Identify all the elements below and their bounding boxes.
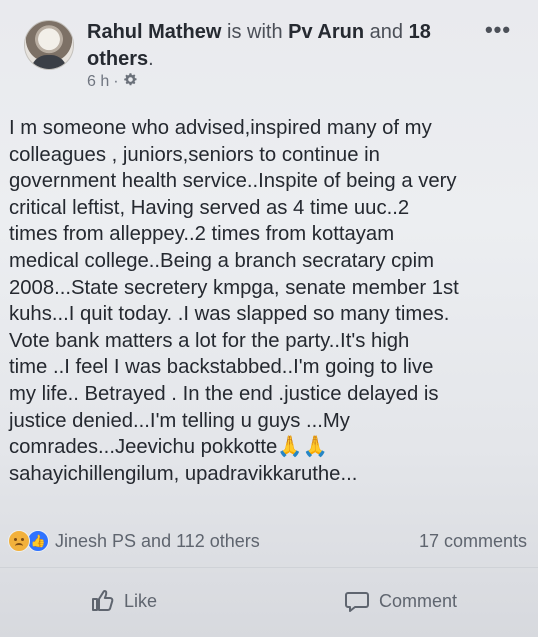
post-header: Rahul Mathew is with Pv Arun and 18 othe…: [0, 0, 538, 105]
author-avatar[interactable]: [24, 20, 74, 70]
author-line-period: .: [148, 48, 154, 70]
comment-button[interactable]: Comment: [343, 582, 457, 620]
post-actions: Like Comment: [0, 582, 538, 622]
reaction-summary-bar: 👍 Jinesh PS and 112 others 17 comments: [8, 526, 530, 556]
comment-bubble-icon: [343, 587, 371, 615]
comment-label: Comment: [379, 590, 458, 611]
post-body-text: I m someone who advised,inspired many of…: [9, 117, 459, 485]
thumbs-up-icon: [88, 587, 116, 615]
avatar-shirt: [31, 55, 67, 69]
post-time[interactable]: 6 h: [87, 73, 109, 91]
more-options-icon: •••: [484, 17, 512, 42]
reactors-text[interactable]: Jinesh PS and 112 others: [55, 531, 260, 552]
meta-separator: ·: [113, 72, 119, 90]
with-text: is with: [227, 21, 283, 43]
reaction-icons: 👍: [8, 530, 49, 552]
comments-count[interactable]: 17 comments: [419, 531, 527, 552]
tagged-person-name[interactable]: Pv Arun: [288, 21, 364, 43]
sad-reaction-icon: [8, 530, 30, 552]
post-meta: 6 h ·: [87, 72, 138, 91]
and-text: and: [369, 21, 404, 43]
more-options-button[interactable]: •••: [480, 18, 516, 42]
like-reaction-icon: 👍: [27, 530, 49, 552]
facebook-post-screen: Rahul Mathew is with Pv Arun and 18 othe…: [0, 0, 538, 637]
author-name[interactable]: Rahul Mathew: [87, 21, 221, 43]
gear-icon[interactable]: [123, 72, 138, 91]
author-line: Rahul Mathew is with Pv Arun and 18 othe…: [87, 19, 467, 73]
like-button[interactable]: Like: [88, 582, 157, 620]
reaction-summary[interactable]: 👍 Jinesh PS and 112 others: [8, 530, 260, 552]
like-label: Like: [124, 590, 158, 611]
action-divider: [0, 567, 538, 568]
